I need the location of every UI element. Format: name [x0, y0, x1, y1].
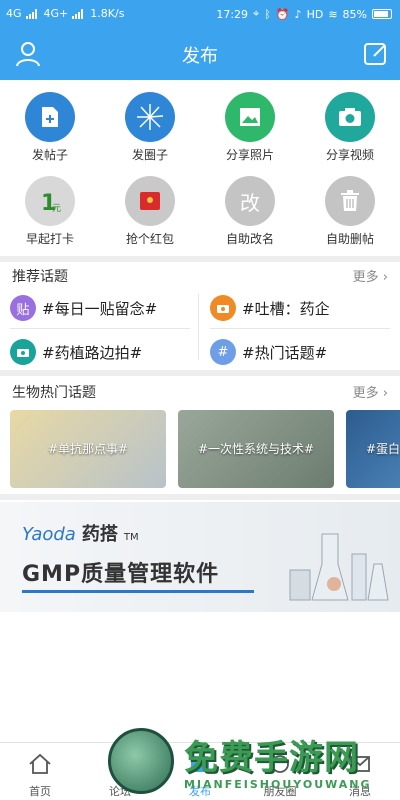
nav-label: 首页	[29, 785, 51, 798]
signal-icon	[25, 8, 40, 19]
hd-label: HD	[306, 7, 324, 21]
post-icon	[25, 92, 75, 142]
brand-logo: Yaoda 药搭 TM	[22, 520, 139, 546]
bio-topics-title: 生物热门话题	[12, 385, 96, 401]
action-share-video[interactable]: 分享视频	[300, 88, 400, 172]
trash-icon	[325, 176, 375, 226]
bio-topics-more-link[interactable]: 更多 ›	[353, 382, 388, 401]
row-divider	[210, 328, 390, 329]
hash-topic-icon: #	[210, 339, 236, 365]
network-label: 4G	[6, 7, 22, 20]
action-rename[interactable]: 改 自助改名	[200, 172, 300, 256]
watermark-logo-icon	[108, 728, 174, 794]
network-label-2: 4G+	[43, 7, 69, 20]
bio-topic-cards: #单抗那点事# #一次性系统与技术# #蛋白	[10, 410, 400, 488]
banner-title: GMP质量管理软件	[22, 562, 220, 587]
site-watermark: 免费手游网 MIANFEISHOUYOUWANG	[100, 726, 400, 800]
topic-label: #每日一贴留念#	[42, 299, 158, 318]
topic-item[interactable]: #吐槽：药企	[210, 290, 400, 326]
action-checkin[interactable]: 1元 早起打卡	[0, 172, 100, 256]
action-red-packet[interactable]: 抢个红包	[100, 172, 200, 256]
watermark-text: 免费手游网	[184, 738, 359, 778]
topic-card[interactable]: #一次性系统与技术#	[178, 410, 334, 488]
action-circle[interactable]: 发圈子	[100, 88, 200, 172]
checkin-icon: 1元	[25, 176, 75, 226]
topic-label: #吐槽：药企	[242, 299, 330, 318]
card-label: #单抗那点事#	[47, 442, 129, 456]
action-delete-post[interactable]: 自助删帖	[300, 172, 400, 256]
row-divider	[10, 328, 190, 329]
recommended-more-link[interactable]: 更多 ›	[353, 266, 388, 285]
watermark-subtext: MIANFEISHOUYOUWANG	[184, 778, 372, 791]
top-bar: 4G 4G+ 1.8K/s 17:29 ⌖ ᛒ ⏰ ♪ HD ≋ 85% 发布	[0, 0, 400, 80]
status-bar: 4G 4G+ 1.8K/s 17:29 ⌖ ᛒ ⏰ ♪ HD ≋ 85%	[0, 0, 400, 28]
banner-underline	[22, 590, 254, 593]
post-topic-icon: 贴	[10, 295, 36, 321]
card-label: #一次性系统与技术#	[197, 442, 315, 456]
action-label: 早起打卡	[25, 232, 74, 246]
silent-icon: ♪	[294, 7, 302, 21]
action-label: 发圈子	[131, 148, 168, 162]
edit-icon[interactable]	[362, 40, 390, 68]
camera-topic-icon	[210, 295, 236, 321]
wifi-icon: ≋	[328, 7, 338, 21]
camera-icon	[325, 92, 375, 142]
topic-label: #热门话题#	[242, 343, 328, 362]
page-title: 发布	[182, 46, 218, 67]
home-icon	[29, 753, 51, 774]
battery-percent: 85%	[342, 7, 367, 21]
ad-banner[interactable]: Yaoda 药搭 TM GMP质量管理软件	[0, 502, 400, 612]
clock: 17:29	[216, 7, 249, 21]
recommended-topics: 贴 #每日一贴留念# #吐槽：药企 #药植路边拍# # #热门话题#	[0, 290, 400, 366]
nav-home[interactable]: 首页	[0, 743, 80, 800]
camera-topic-icon	[10, 339, 36, 365]
topic-item[interactable]: #药植路边拍#	[10, 334, 200, 370]
topic-glyph: #	[217, 344, 229, 360]
more-label: 更多	[352, 270, 379, 285]
topic-glyph: 贴	[16, 302, 30, 318]
action-share-photo[interactable]: 分享照片	[200, 88, 300, 172]
trademark: TM	[123, 532, 139, 543]
action-label: 分享视频	[325, 148, 374, 162]
action-grid: 发帖子 发圈子 分享照片 分享视频 1元 早起打卡 抢个红包 改 自助改名 自助…	[0, 88, 400, 256]
action-label: 发帖子	[31, 148, 68, 162]
section-divider	[0, 494, 400, 500]
action-label: 自助删帖	[325, 232, 374, 246]
bio-topics-header: 生物热门话题 更多 ›	[0, 378, 400, 404]
circle-burst-icon	[125, 92, 175, 142]
action-label: 抢个红包	[125, 232, 174, 246]
topic-label: #药植路边拍#	[42, 343, 143, 362]
recommended-title: 推荐话题	[12, 269, 68, 285]
network-speed: 1.8K/s	[90, 7, 125, 20]
rename-icon: 改	[225, 176, 275, 226]
location-icon: ⌖	[253, 7, 260, 20]
photo-icon	[225, 92, 275, 142]
svg-text:元: 元	[52, 204, 61, 214]
bluetooth-icon: ᛒ	[264, 7, 271, 21]
section-divider	[0, 370, 400, 376]
more-label: 更多	[352, 386, 379, 401]
action-post[interactable]: 发帖子	[0, 88, 100, 172]
topic-item[interactable]: # #热门话题#	[210, 334, 400, 370]
brand-cn: 药搭	[81, 524, 118, 545]
card-label: #蛋白	[366, 442, 400, 456]
battery-icon	[372, 9, 392, 19]
signal-icon-2	[72, 8, 86, 19]
recommended-header: 推荐话题 更多 ›	[0, 262, 400, 288]
action-label: 自助改名	[225, 232, 274, 246]
brand-en: Yaoda	[22, 524, 76, 545]
red-packet-icon	[125, 176, 175, 226]
topic-item[interactable]: 贴 #每日一贴留念#	[10, 290, 200, 326]
lab-glassware-icon	[289, 533, 389, 601]
action-label: 分享照片	[225, 148, 274, 162]
alarm-icon: ⏰	[275, 7, 290, 21]
rename-glyph: 改	[240, 190, 260, 215]
topic-card[interactable]: #蛋白	[346, 410, 400, 488]
topic-card[interactable]: #单抗那点事#	[10, 410, 166, 488]
